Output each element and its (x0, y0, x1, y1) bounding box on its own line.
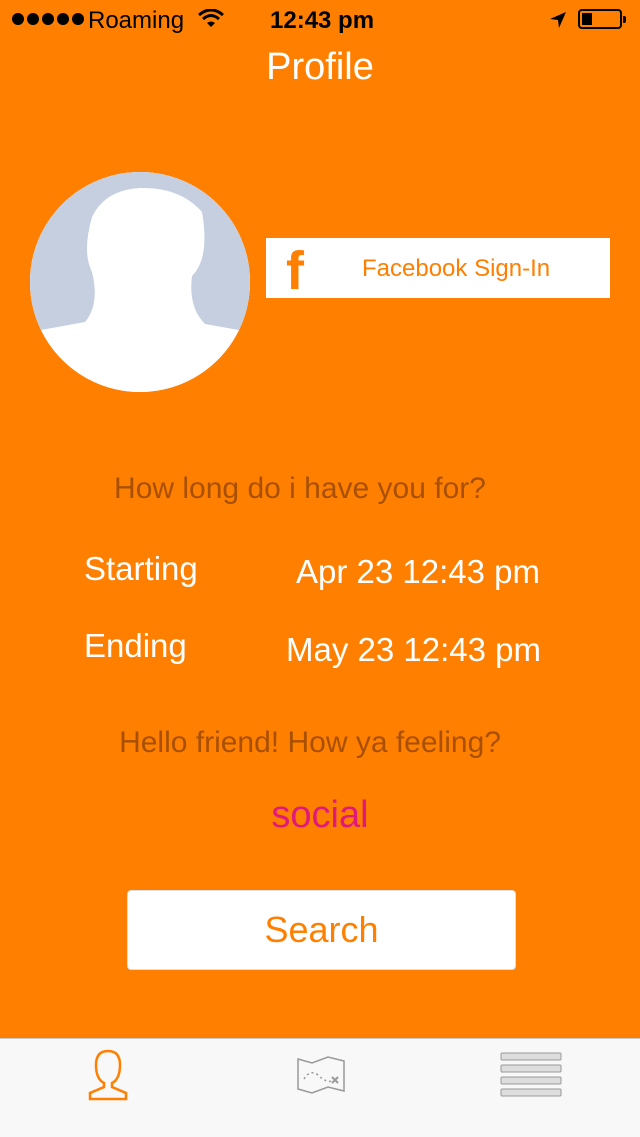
signal-strength-icon (12, 13, 84, 25)
facebook-sign-in-button[interactable]: f Facebook Sign-In (266, 238, 610, 301)
facebook-sign-in-label: Facebook Sign-In (362, 255, 551, 282)
ending-label: Ending (84, 627, 187, 664)
default-profile-silhouette-icon (30, 172, 250, 392)
tab-bar (0, 1038, 640, 1137)
carrier-label: Roaming (88, 7, 185, 34)
facebook-icon: f (286, 241, 304, 301)
search-button[interactable]: Search (127, 890, 516, 970)
list-icon (500, 1052, 562, 1097)
location-arrow-icon (548, 9, 568, 37)
wifi-icon (198, 8, 224, 36)
starting-date-value[interactable]: Apr 23 12:43 pm (296, 553, 540, 591)
page-title: Profile (266, 46, 374, 88)
status-bar: Roaming 12:43 pm (0, 0, 640, 40)
tab-map[interactable] (296, 1055, 346, 1100)
status-time: 12:43 pm (270, 7, 375, 34)
mood-greeting: Hello friend! How ya feeling? (119, 726, 501, 759)
tab-profile[interactable] (86, 1049, 130, 1106)
mood-value[interactable]: social (0, 794, 640, 837)
duration-question: How long do i have you for? (114, 472, 486, 505)
profile-icon (88, 1049, 128, 1101)
tab-list[interactable] (500, 1051, 562, 1106)
map-icon (297, 1056, 345, 1094)
battery-icon (578, 9, 626, 29)
avatar[interactable] (30, 172, 250, 392)
starting-label: Starting (84, 550, 198, 587)
ending-date-value[interactable]: May 23 12:43 pm (286, 631, 541, 669)
